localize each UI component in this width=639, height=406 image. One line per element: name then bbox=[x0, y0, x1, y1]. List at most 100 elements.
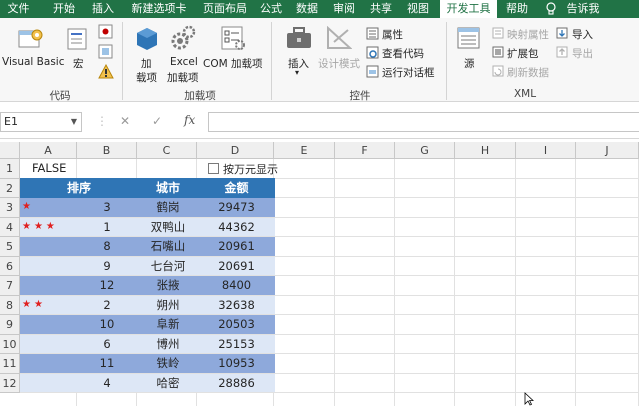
xml-source-button[interactable]: 源 bbox=[464, 56, 475, 71]
column-header-g[interactable]: G bbox=[395, 142, 455, 159]
row-header-11[interactable]: 11 bbox=[0, 354, 20, 374]
cell-rank[interactable]: 10 bbox=[77, 315, 137, 334]
cell-amount[interactable]: 10953 bbox=[198, 354, 275, 373]
cell-amount[interactable]: 32638 bbox=[198, 296, 275, 315]
excel-add-ins-button[interactable]: Excel bbox=[170, 56, 198, 68]
cell-rank[interactable]: 1 bbox=[77, 218, 137, 237]
column-header-d[interactable]: D bbox=[197, 142, 274, 159]
cell-city[interactable]: 石嘴山 bbox=[138, 237, 198, 256]
row-header-7[interactable]: 7 bbox=[0, 276, 20, 296]
tab-data[interactable]: 数据 bbox=[291, 0, 323, 18]
cell-city[interactable]: 双鸭山 bbox=[138, 218, 198, 237]
cell-city[interactable]: 朔州 bbox=[138, 296, 198, 315]
cell-amount[interactable]: 20503 bbox=[198, 315, 275, 334]
row-header-6[interactable]: 6 bbox=[0, 256, 20, 276]
column-header-a[interactable]: A bbox=[20, 142, 77, 159]
cell-amount[interactable]: 25153 bbox=[198, 335, 275, 354]
add-ins-button[interactable]: 加 bbox=[141, 56, 152, 71]
column-header-b[interactable]: B bbox=[77, 142, 137, 159]
cell-rank[interactable]: 3 bbox=[77, 198, 137, 217]
row-header-4[interactable]: 4 bbox=[0, 217, 20, 237]
tab-share[interactable]: 共享 bbox=[365, 0, 397, 18]
enter-icon[interactable]: ✓ bbox=[152, 114, 162, 128]
row-header-3[interactable]: 3 bbox=[0, 198, 20, 218]
refresh-data-button[interactable]: 刷新数据 bbox=[507, 65, 549, 80]
insert-function-icon[interactable]: fx bbox=[184, 113, 195, 127]
cancel-icon[interactable]: ✕ bbox=[120, 114, 130, 128]
tab-formulas[interactable]: 公式 bbox=[256, 0, 286, 18]
cell-rank[interactable]: 4 bbox=[77, 374, 137, 393]
cell-rank[interactable]: 12 bbox=[77, 276, 137, 295]
header-amount[interactable]: 金额 bbox=[198, 178, 275, 198]
formula-bar-splitter[interactable]: ⋮ bbox=[96, 114, 108, 128]
column-header-h[interactable]: H bbox=[455, 142, 516, 159]
cell-city[interactable]: 鹤岗 bbox=[138, 198, 198, 217]
row-header-5[interactable]: 5 bbox=[0, 237, 20, 257]
tell-me-search[interactable]: 告诉我 bbox=[562, 0, 604, 18]
tab-view[interactable]: 视图 bbox=[402, 0, 434, 18]
design-mode-button[interactable]: 设计模式 bbox=[318, 56, 360, 71]
header-rank[interactable]: 排序 bbox=[20, 178, 138, 198]
cell-city[interactable]: 哈密 bbox=[138, 374, 198, 393]
cell-amount[interactable]: 29473 bbox=[198, 198, 275, 217]
cell-city[interactable]: 张掖 bbox=[138, 276, 198, 295]
row-header-12[interactable]: 12 bbox=[0, 373, 20, 393]
cell-rank[interactable]: 9 bbox=[77, 257, 137, 276]
map-properties-button[interactable]: 映射属性 bbox=[507, 27, 549, 42]
row-header-1[interactable]: 1 bbox=[0, 159, 20, 179]
cell-rank[interactable]: 6 bbox=[77, 335, 137, 354]
select-all-corner[interactable] bbox=[0, 142, 20, 159]
row-header-8[interactable]: 8 bbox=[0, 295, 20, 315]
cell-city[interactable]: 阜新 bbox=[138, 315, 198, 334]
checkbox-label[interactable]: 按万元显示 bbox=[223, 161, 278, 177]
column-header-e[interactable]: E bbox=[274, 142, 335, 159]
row-header-9[interactable]: 9 bbox=[0, 315, 20, 335]
chevron-down-icon[interactable]: ▼ bbox=[71, 113, 77, 131]
cell-city[interactable]: 铁岭 bbox=[138, 354, 198, 373]
relative-reference-icon[interactable] bbox=[98, 44, 114, 60]
cell-city[interactable]: 七台河 bbox=[138, 257, 198, 276]
column-header-j[interactable]: J bbox=[576, 142, 639, 159]
tab-page-layout[interactable]: 页面布局 bbox=[197, 0, 253, 18]
macros-button[interactable]: 宏 bbox=[73, 56, 84, 71]
design-mode-icon bbox=[327, 26, 352, 49]
row-header-2[interactable]: 2 bbox=[0, 178, 20, 198]
import-button[interactable]: 导入 bbox=[572, 27, 593, 42]
run-dialog-button[interactable]: 运行对话框 bbox=[382, 65, 435, 80]
table-row: 10 阜新 20503 bbox=[20, 315, 275, 334]
cell-amount[interactable]: 28886 bbox=[198, 374, 275, 393]
cell-amount[interactable]: 8400 bbox=[198, 276, 275, 295]
cell-rank[interactable]: 2 bbox=[77, 296, 137, 315]
tab-new-tab[interactable]: 新建选项卡 bbox=[127, 0, 191, 18]
cell-amount[interactable]: 20691 bbox=[198, 257, 275, 276]
table-row: 11 铁岭 10953 bbox=[20, 354, 275, 373]
tab-developer[interactable]: 开发工具 bbox=[440, 0, 497, 18]
expansion-packs-button[interactable]: 扩展包 bbox=[507, 46, 539, 61]
column-header-f[interactable]: F bbox=[335, 142, 395, 159]
tab-file[interactable]: 文件 bbox=[0, 0, 37, 18]
tab-home[interactable]: 开始 bbox=[47, 0, 81, 18]
header-city[interactable]: 城市 bbox=[138, 178, 198, 198]
cell-amount[interactable]: 20961 bbox=[198, 237, 275, 256]
com-add-ins-button[interactable]: COM 加载项 bbox=[203, 56, 263, 71]
macro-security-icon[interactable] bbox=[98, 64, 114, 80]
tab-review[interactable]: 审阅 bbox=[328, 0, 360, 18]
tab-help[interactable]: 帮助 bbox=[501, 0, 533, 18]
tab-insert[interactable]: 插入 bbox=[86, 0, 120, 18]
cell-rank[interactable]: 11 bbox=[77, 354, 137, 373]
properties-button[interactable]: 属性 bbox=[382, 27, 403, 42]
column-header-i[interactable]: I bbox=[516, 142, 576, 159]
cell-a1[interactable]: FALSE bbox=[32, 161, 66, 175]
cell-rank[interactable]: 8 bbox=[77, 237, 137, 256]
cell-city[interactable]: 博州 bbox=[138, 335, 198, 354]
view-code-button[interactable]: 查看代码 bbox=[382, 46, 424, 61]
cell-amount[interactable]: 44362 bbox=[198, 218, 275, 237]
visual-basic-button[interactable]: Visual Basic bbox=[2, 56, 64, 68]
checkbox[interactable] bbox=[208, 163, 219, 174]
column-header-c[interactable]: C bbox=[137, 142, 197, 159]
formula-input[interactable] bbox=[208, 112, 639, 132]
name-box[interactable]: E1 ▼ bbox=[0, 112, 82, 132]
export-button[interactable]: 导出 bbox=[572, 46, 593, 61]
row-header-10[interactable]: 10 bbox=[0, 334, 20, 354]
record-macro-icon[interactable] bbox=[98, 24, 114, 40]
